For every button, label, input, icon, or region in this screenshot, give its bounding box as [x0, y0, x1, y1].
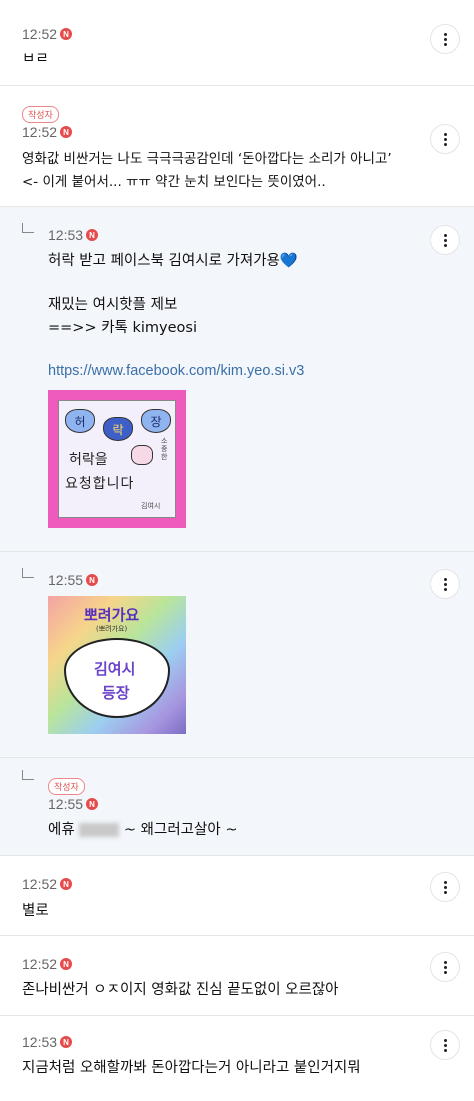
heart-icon: 장: [141, 409, 171, 433]
comment-time: 12:52: [22, 26, 58, 42]
comment-time: 12:52: [22, 876, 58, 892]
new-badge-icon: N: [60, 126, 73, 138]
reply-comment: 작성자 12:55 N 에휴 ~ 왜그러고살아 ~: [0, 758, 474, 856]
new-badge-icon: N: [86, 574, 99, 586]
heart-icon: 허: [65, 409, 95, 433]
comment-text: 에휴 ~ 왜그러고살아 ~: [48, 819, 237, 841]
image-inner-card: 허 락 장 허락을 요청합니다 소중한 김여시: [58, 400, 176, 518]
comment-text: 별로: [22, 903, 49, 919]
image-text: 김여시: [94, 660, 136, 678]
comment-meta: 12:53 N: [48, 227, 99, 243]
more-options-button[interactable]: [430, 1030, 460, 1060]
new-badge-icon: N: [86, 229, 99, 241]
comment-text-line: ==>> 카톡 kimyeosi: [48, 320, 198, 336]
comment-text: 존나비싼거 ㅇㅈ이지 영화값 진심 끝도없이 오르잖아: [22, 982, 339, 998]
new-badge-icon: N: [60, 1036, 73, 1048]
comment-text: ㅂㄹ: [22, 51, 49, 67]
new-badge-icon: N: [60, 878, 73, 890]
comment-text-line: 허락 받고 페이스북 김여시로 가져가용💙: [48, 253, 298, 269]
reply-arrow-icon: [22, 770, 34, 780]
comment-text-line: <- 이게 붙어서... ㅠㅠ 약간 눈치 보인다는 뜻이였어..: [22, 174, 326, 190]
new-badge-icon: N: [86, 798, 99, 810]
comment: 12:52 N 별로: [0, 856, 474, 936]
more-options-button[interactable]: [430, 872, 460, 902]
image-subtitle: (뽀려가요): [96, 625, 128, 633]
permission-request-image[interactable]: 허 락 장 허락을 요청합니다 소중한 김여시: [48, 390, 186, 528]
more-options-button[interactable]: [430, 124, 460, 154]
comment-meta: 12:55 N: [48, 572, 99, 588]
cat-icon: [131, 445, 153, 465]
comment-time: 12:53: [22, 1034, 58, 1050]
more-options-button[interactable]: [430, 24, 460, 54]
comment-meta: 12:52 N: [22, 26, 73, 42]
reply-arrow-icon: [22, 223, 34, 233]
author-badge: 작성자: [22, 106, 59, 123]
new-badge-icon: N: [60, 958, 73, 970]
comment: 12:52 N ㅂㄹ: [0, 0, 474, 86]
comment-time: 12:55: [48, 572, 84, 588]
image-title: 뽀려가요: [84, 606, 140, 624]
reply-comment: 12:53 N 허락 받고 페이스북 김여시로 가져가용💙 재밌는 여시핫플 제…: [0, 207, 474, 552]
reply-comment: 12:55 N 뽀려가요 (뽀려가요) 김여시 등장: [0, 552, 474, 758]
comment-text-part: 에휴: [48, 822, 75, 838]
more-options-button[interactable]: [430, 952, 460, 982]
comment-time: 12:55: [48, 796, 84, 812]
comment-text: 지금처럼 오해할까봐 돈아깝다는거 아니라고 붙인거지뭐: [22, 1060, 361, 1076]
blurred-text: [79, 823, 120, 837]
comment-meta: 12:52 N: [22, 876, 73, 892]
comment-meta: 12:52 N: [22, 124, 73, 140]
comment-text-line: 영화값 비싼거는 나도 극극극공감인데 ‘돈아깝다는 소리가 아니고’: [22, 151, 392, 167]
image-text: 허락을: [69, 452, 108, 468]
rainbow-heart-image[interactable]: 뽀려가요 (뽀려가요) 김여시 등장: [48, 596, 186, 734]
image-text: 요청합니다: [65, 476, 135, 492]
author-badge: 작성자: [48, 778, 85, 795]
comment: 작성자 12:52 N 영화값 비싼거는 나도 극극극공감인데 ‘돈아깝다는 소…: [0, 86, 474, 207]
comment-time: 12:52: [22, 956, 58, 972]
comment-time: 12:53: [48, 227, 84, 243]
comment-meta: 12:52 N: [22, 956, 73, 972]
comment: 12:52 N 존나비싼거 ㅇㅈ이지 영화값 진심 끝도없이 오르잖아: [0, 936, 474, 1016]
new-badge-icon: N: [60, 28, 73, 40]
comment-text-line: 재밌는 여시핫플 제보: [48, 297, 178, 313]
more-options-button[interactable]: [430, 569, 460, 599]
heart-icon: 락: [103, 417, 133, 441]
image-text: 등장: [102, 684, 130, 702]
facebook-link[interactable]: https://www.facebook.com/kim.yeo.si.v3: [48, 363, 304, 379]
image-side-text: 소중한: [161, 437, 168, 461]
comment-text-part: ~ 왜그러고살아 ~: [123, 822, 238, 838]
comment-meta: 12:53 N: [22, 1034, 73, 1050]
reply-arrow-icon: [22, 568, 34, 578]
more-options-button[interactable]: [430, 225, 460, 255]
comment: 12:53 N 지금처럼 오해할까봐 돈아깝다는거 아니라고 붙인거지뭐: [0, 1016, 474, 1101]
comment-meta: 12:55 N: [48, 796, 99, 812]
image-signature: 김여시: [141, 502, 161, 510]
comment-time: 12:52: [22, 124, 58, 140]
